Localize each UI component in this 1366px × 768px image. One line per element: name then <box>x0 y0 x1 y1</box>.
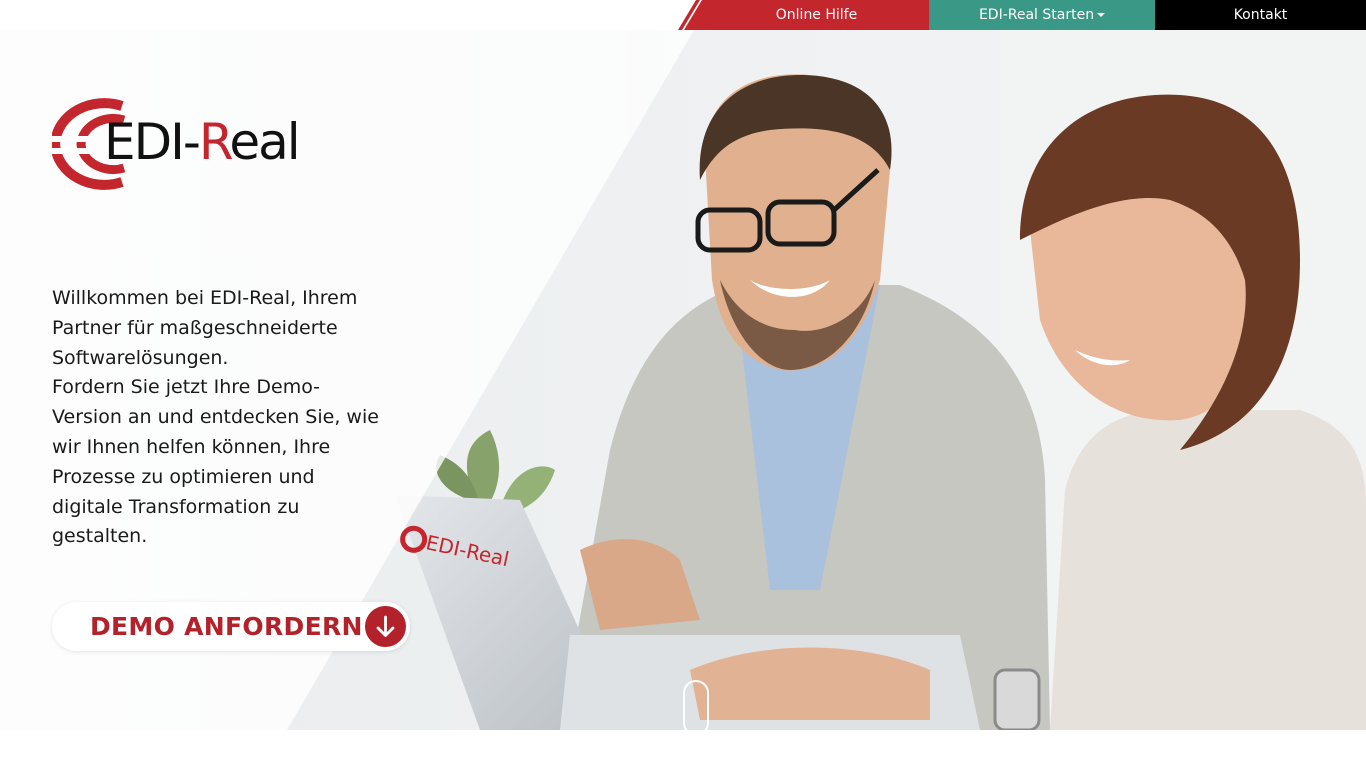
demo-request-button[interactable]: DEMO ANFORDERN <box>52 602 410 651</box>
logo-wordmark: EDI-Real <box>104 113 301 171</box>
mouse-scroll-icon[interactable] <box>683 680 709 730</box>
demo-request-label: DEMO ANFORDERN <box>90 612 363 641</box>
intro-paragraph-demo: Fordern Sie jetzt Ihre Demo-Version an u… <box>52 376 379 548</box>
hero-section: EDI-Real EDI-Real Willkommen bei EDI-Rea… <box>0 30 1366 730</box>
caret-down-icon <box>1097 13 1106 17</box>
intro-paragraph-welcome: Willkommen bei EDI-Real, Ihrem Partner f… <box>52 287 358 369</box>
online-help-link[interactable]: Online Hilfe <box>704 0 929 30</box>
intro-text: Willkommen bei EDI-Real, Ihrem Partner f… <box>52 284 382 552</box>
arrow-down-icon <box>365 606 406 647</box>
edi-real-logo[interactable]: EDI-Real <box>52 98 302 190</box>
start-dropdown-button[interactable]: EDI-Real Starten <box>929 0 1155 30</box>
nav-stripes-decoration <box>678 0 708 30</box>
top-navigation: Online Hilfe EDI-Real Starten Kontakt <box>678 0 1366 30</box>
start-dropdown-label: EDI-Real Starten <box>978 7 1095 23</box>
contact-link[interactable]: Kontakt <box>1155 0 1366 30</box>
